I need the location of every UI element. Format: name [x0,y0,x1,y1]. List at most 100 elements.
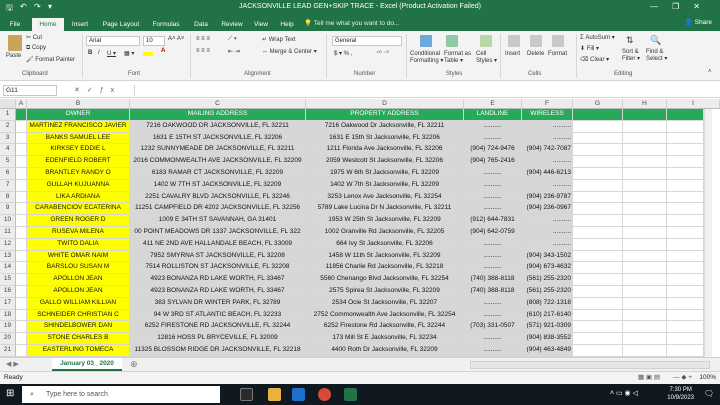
cell[interactable] [623,345,667,357]
cell[interactable]: .......... [464,191,522,204]
cell[interactable] [623,286,667,298]
cell[interactable]: TWITO DALIA [27,238,130,251]
column-header-f[interactable]: F [522,99,573,109]
row-header[interactable]: 7 [0,179,16,192]
cell[interactable] [623,144,667,157]
cell[interactable]: 1211 Florida Ave Jacksonville, FL 32206 [306,144,464,157]
cell[interactable]: 173 Mill St E Jacksonville, FL 32234 [306,333,464,345]
cell[interactable]: 1232 SUNNYMEADE DR JACKSONVILLE, FL 3221… [130,144,306,157]
cell[interactable]: 2016 COMMONWEALTH AVE JACKSONVILLE, FL 3… [130,156,306,168]
cell[interactable]: (561) 255-2320 [522,286,573,298]
cell[interactable] [623,156,667,168]
cell[interactable] [573,297,623,310]
mail-icon[interactable] [292,388,305,401]
cell[interactable]: BARSLOU SUSAN M [27,262,130,275]
cell[interactable] [573,120,623,133]
column-header-i[interactable]: I [667,99,720,109]
horizontal-scrollbar[interactable] [470,361,710,369]
cell[interactable]: SCHNEIDER CHRISTIAN C [27,309,130,322]
row-header[interactable]: 12 [0,238,16,251]
bold-button[interactable]: B [88,50,92,56]
close-button[interactable]: ✕ [693,2,714,11]
cell[interactable] [623,274,667,286]
cell[interactable] [573,274,623,286]
cell[interactable] [667,321,704,334]
header-cell[interactable] [623,109,667,121]
row-header[interactable]: 18 [0,309,16,322]
cell[interactable] [573,333,623,345]
cell[interactable] [16,179,27,192]
delete-cells-button[interactable]: Delete [527,51,544,57]
cell[interactable]: (904) 673-4632 [522,262,573,275]
horizontal-align-buttons[interactable]: ≡ ≡ ≡ [196,48,210,54]
cell[interactable]: LIKA ARDIANA [27,191,130,204]
cell[interactable]: 00 POINT MEADOWS DR 1337 JACKSONVILLE, F… [130,227,306,239]
taskbar-clock[interactable]: 7:30 PM 10/9/2023 [667,386,694,402]
cell[interactable] [16,120,27,133]
cell[interactable]: (904) 446-6213 [522,168,573,180]
cell[interactable]: 383 SYLVAN DR WINTER PARK, FL 32789 [130,297,306,310]
cell[interactable]: .......... [464,120,522,133]
row-header[interactable]: 2 [0,120,16,133]
row-header[interactable]: 20 [0,333,16,345]
number-format-select[interactable]: General [332,36,402,46]
restore-button[interactable]: ❐ [672,2,693,11]
cell[interactable] [573,215,623,227]
system-tray-icons[interactable]: ˄ ▭ ◉ ◁ [610,389,638,397]
cell[interactable] [16,345,27,357]
name-box[interactable]: G11 [3,85,57,96]
wrap-text-button[interactable]: ↵ Wrap Text [262,36,296,43]
cell[interactable]: .......... [464,250,522,263]
cell[interactable] [667,297,704,310]
cell[interactable] [623,168,667,180]
cell[interactable]: 1953 W 25th St Jacksonville, FL 32209 [306,215,464,227]
cell[interactable] [573,262,623,275]
format-cells-button[interactable]: Format [548,51,567,57]
cell[interactable] [16,250,27,263]
cell[interactable] [16,238,27,251]
cell[interactable] [667,120,704,133]
cell[interactable] [16,262,27,275]
cell[interactable]: EASTERLING TOMECA [27,345,130,357]
cell[interactable]: .......... [464,179,522,192]
cell[interactable]: .......... [522,227,573,239]
cell[interactable]: 2575 Spirea St Jacksonville, FL 32209 [306,286,464,298]
number-format-buttons[interactable]: $ ▾ % , [334,50,352,57]
cell[interactable]: 7952 SMYRNA ST JACKSONVILLE, FL 32208 [130,250,306,263]
cell[interactable]: (912) 644-7831 [464,215,522,227]
cell[interactable] [623,227,667,239]
row-header[interactable]: 17 [0,297,16,310]
cell[interactable]: 3253 Lenox Ave Jacksonville, FL 32254 [306,191,464,204]
cell[interactable] [573,238,623,251]
cell[interactable]: 2752 Commonwealth Ave Jacksonville, FL 3… [306,309,464,322]
cell[interactable] [623,132,667,145]
cell[interactable]: WHITE OMAR NAIM [27,250,130,263]
cell[interactable]: BRANTLEY RANDY O [27,168,130,180]
cell[interactable]: .......... [522,238,573,251]
cell[interactable] [573,156,623,168]
cell[interactable]: 7216 OAKWOOD DR JACKSONVILLE, FL 32211 [130,120,306,133]
cell[interactable]: 1631 E 15th St Jacksonville, FL 32206 [306,132,464,145]
format-painter-button[interactable]: 🖌 Format Painter [26,56,75,63]
cell[interactable]: 11325 BLOSSOM RIDGE DR JACKSONVILLE, FL … [130,345,306,357]
cell[interactable] [16,215,27,227]
cell[interactable]: 11856 Charlie Rd Jacksonville, FL 32218 [306,262,464,275]
cell[interactable] [573,191,623,204]
cell[interactable] [623,262,667,275]
view-buttons[interactable]: ▦ ▣ ▤ [638,372,660,384]
cell[interactable]: .......... [464,297,522,310]
cell[interactable]: 664 Ivy St Jacksonville, FL 32206 [306,238,464,251]
cell[interactable]: MARTINEZ FRANCISCO JAVIER [27,120,130,133]
borders-button[interactable]: ▦ ▾ [124,50,134,57]
paste-icon[interactable] [8,35,22,51]
row-header[interactable]: 9 [0,203,16,216]
cell[interactable] [667,191,704,204]
cell[interactable]: 1009 E 34TH ST SAVANNAH, GA 31401 [130,215,306,227]
fill-color-icon[interactable] [143,52,153,56]
cell[interactable]: (808) 722-1318 [522,297,573,310]
cell[interactable]: GREEN ROGER D [27,215,130,227]
excel-icon[interactable] [344,388,357,401]
cell[interactable]: (904) 742-7087 [522,144,573,157]
decimal-buttons[interactable]: ⁺⁰ ⁻⁰ [376,50,389,57]
cell[interactable] [16,274,27,286]
